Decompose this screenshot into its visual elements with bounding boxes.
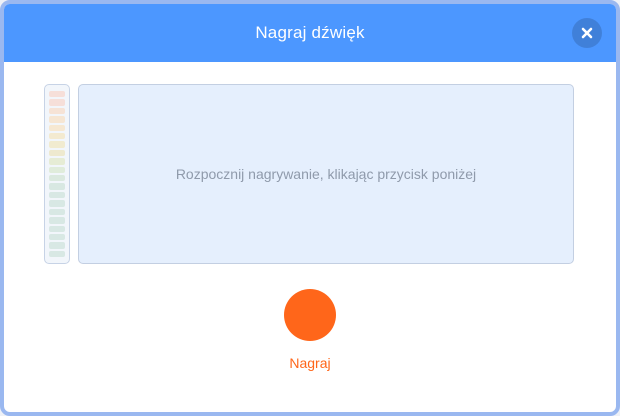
record-button-label[interactable]: Nagraj bbox=[260, 355, 360, 371]
volume-meter-segment bbox=[49, 175, 65, 182]
volume-meter-segment bbox=[49, 99, 65, 106]
volume-meter-segment bbox=[49, 208, 65, 216]
volume-meter-segment bbox=[49, 225, 65, 232]
dialog-header: Nagraj dźwięk bbox=[4, 4, 616, 62]
volume-meter-segment bbox=[49, 191, 65, 199]
record-sound-dialog: Nagraj dźwięk Rozpocznij nagrywanie, kli… bbox=[0, 0, 620, 416]
volume-meter-segment bbox=[49, 133, 65, 140]
record-hint: Rozpocznij nagrywanie, klikając przycisk… bbox=[175, 166, 477, 182]
volume-meter bbox=[44, 84, 70, 264]
volume-meter-segment bbox=[49, 141, 65, 148]
volume-meter-segment bbox=[49, 149, 65, 157]
volume-meter-segment bbox=[49, 250, 65, 258]
volume-meter-segment bbox=[49, 116, 65, 123]
volume-meter-segment bbox=[49, 233, 65, 241]
volume-meter-segment bbox=[49, 242, 65, 249]
close-icon bbox=[581, 27, 593, 39]
volume-meter-segment bbox=[49, 217, 65, 224]
close-button[interactable] bbox=[572, 18, 602, 48]
volume-meter-segment bbox=[49, 91, 65, 98]
volume-meter-segment bbox=[49, 158, 65, 165]
volume-meter-segment bbox=[49, 183, 65, 190]
volume-meter-segment bbox=[49, 124, 65, 132]
record-button[interactable] bbox=[284, 289, 336, 341]
volume-meter-segment bbox=[49, 166, 65, 174]
volume-meter-segment bbox=[49, 107, 65, 115]
dialog-title: Nagraj dźwięk bbox=[255, 23, 365, 42]
waveform-area: Rozpocznij nagrywanie, klikając przycisk… bbox=[78, 84, 574, 264]
volume-meter-segment bbox=[49, 200, 65, 207]
